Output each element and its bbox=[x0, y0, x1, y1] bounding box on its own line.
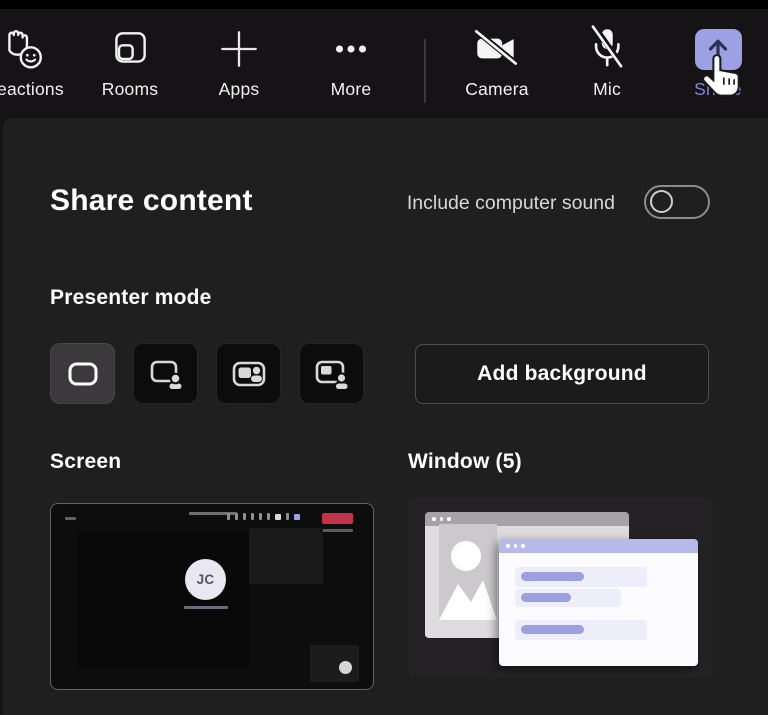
apps-label: Apps bbox=[219, 81, 260, 99]
window-top-strip bbox=[0, 0, 768, 9]
mic-off-icon bbox=[582, 21, 632, 77]
rooms-button[interactable]: Rooms bbox=[75, 21, 185, 118]
window-section-label: Window (5) bbox=[408, 450, 522, 474]
front-window-illustration bbox=[499, 539, 698, 666]
thumb-toolbar-icons bbox=[227, 513, 300, 520]
include-sound-label: Include computer sound bbox=[303, 192, 615, 215]
presenter-mode-reporter[interactable] bbox=[299, 343, 364, 404]
add-background-label: Add background bbox=[477, 362, 647, 386]
camera-button[interactable]: Camera bbox=[442, 21, 552, 118]
include-sound-toggle[interactable] bbox=[644, 185, 710, 219]
teams-meeting-share-ui: Reactions Rooms Apps bbox=[0, 0, 768, 715]
window-share-thumbnail[interactable] bbox=[408, 497, 713, 678]
presenter-mode-content-only[interactable] bbox=[50, 343, 115, 404]
thumb-pip-window bbox=[310, 645, 359, 682]
thumb-stage bbox=[77, 532, 249, 668]
thumb-avatar: JC bbox=[185, 559, 226, 600]
apps-icon bbox=[216, 21, 262, 77]
thumb-leave-button bbox=[322, 513, 353, 524]
standout-icon bbox=[146, 357, 186, 391]
panel-title: Share content bbox=[50, 184, 253, 218]
screen-section-label: Screen bbox=[50, 450, 121, 474]
rooms-icon bbox=[107, 21, 153, 77]
thumb-pip-avatar bbox=[339, 661, 352, 674]
mic-button[interactable]: Mic bbox=[552, 21, 662, 118]
share-button[interactable]: Share bbox=[663, 21, 768, 118]
camera-off-icon bbox=[470, 21, 524, 77]
presenter-mode-heading: Presenter mode bbox=[50, 286, 212, 310]
thumb-side-panel bbox=[249, 528, 323, 584]
thumb-participant-name bbox=[184, 606, 228, 609]
mic-label: Mic bbox=[593, 81, 621, 99]
apps-button[interactable]: Apps bbox=[184, 21, 294, 118]
more-label: More bbox=[331, 81, 372, 99]
presenter-mode-standout[interactable] bbox=[133, 343, 198, 404]
reporter-icon bbox=[312, 357, 352, 391]
thumb-menu-mark bbox=[65, 517, 76, 520]
reactions-label: Reactions bbox=[0, 81, 64, 99]
content-only-icon bbox=[63, 357, 103, 391]
share-label: Share bbox=[694, 81, 742, 99]
meeting-toolbar: Reactions Rooms Apps bbox=[0, 9, 768, 118]
rooms-label: Rooms bbox=[102, 81, 158, 99]
share-content-panel: Share content Include computer sound Pre… bbox=[3, 118, 768, 715]
screen-share-thumbnail[interactable]: JC bbox=[50, 503, 374, 690]
camera-label: Camera bbox=[465, 81, 528, 99]
image-placeholder bbox=[439, 524, 497, 620]
more-button[interactable]: More bbox=[296, 21, 406, 118]
more-icon bbox=[328, 21, 374, 77]
add-background-button[interactable]: Add background bbox=[415, 344, 709, 404]
side-by-side-icon bbox=[229, 357, 269, 391]
share-arrow-icon bbox=[695, 29, 742, 70]
reactions-icon bbox=[0, 21, 49, 77]
toggle-knob bbox=[650, 190, 673, 213]
presenter-mode-side-by-side[interactable] bbox=[216, 343, 281, 404]
toolbar-divider bbox=[424, 39, 426, 103]
